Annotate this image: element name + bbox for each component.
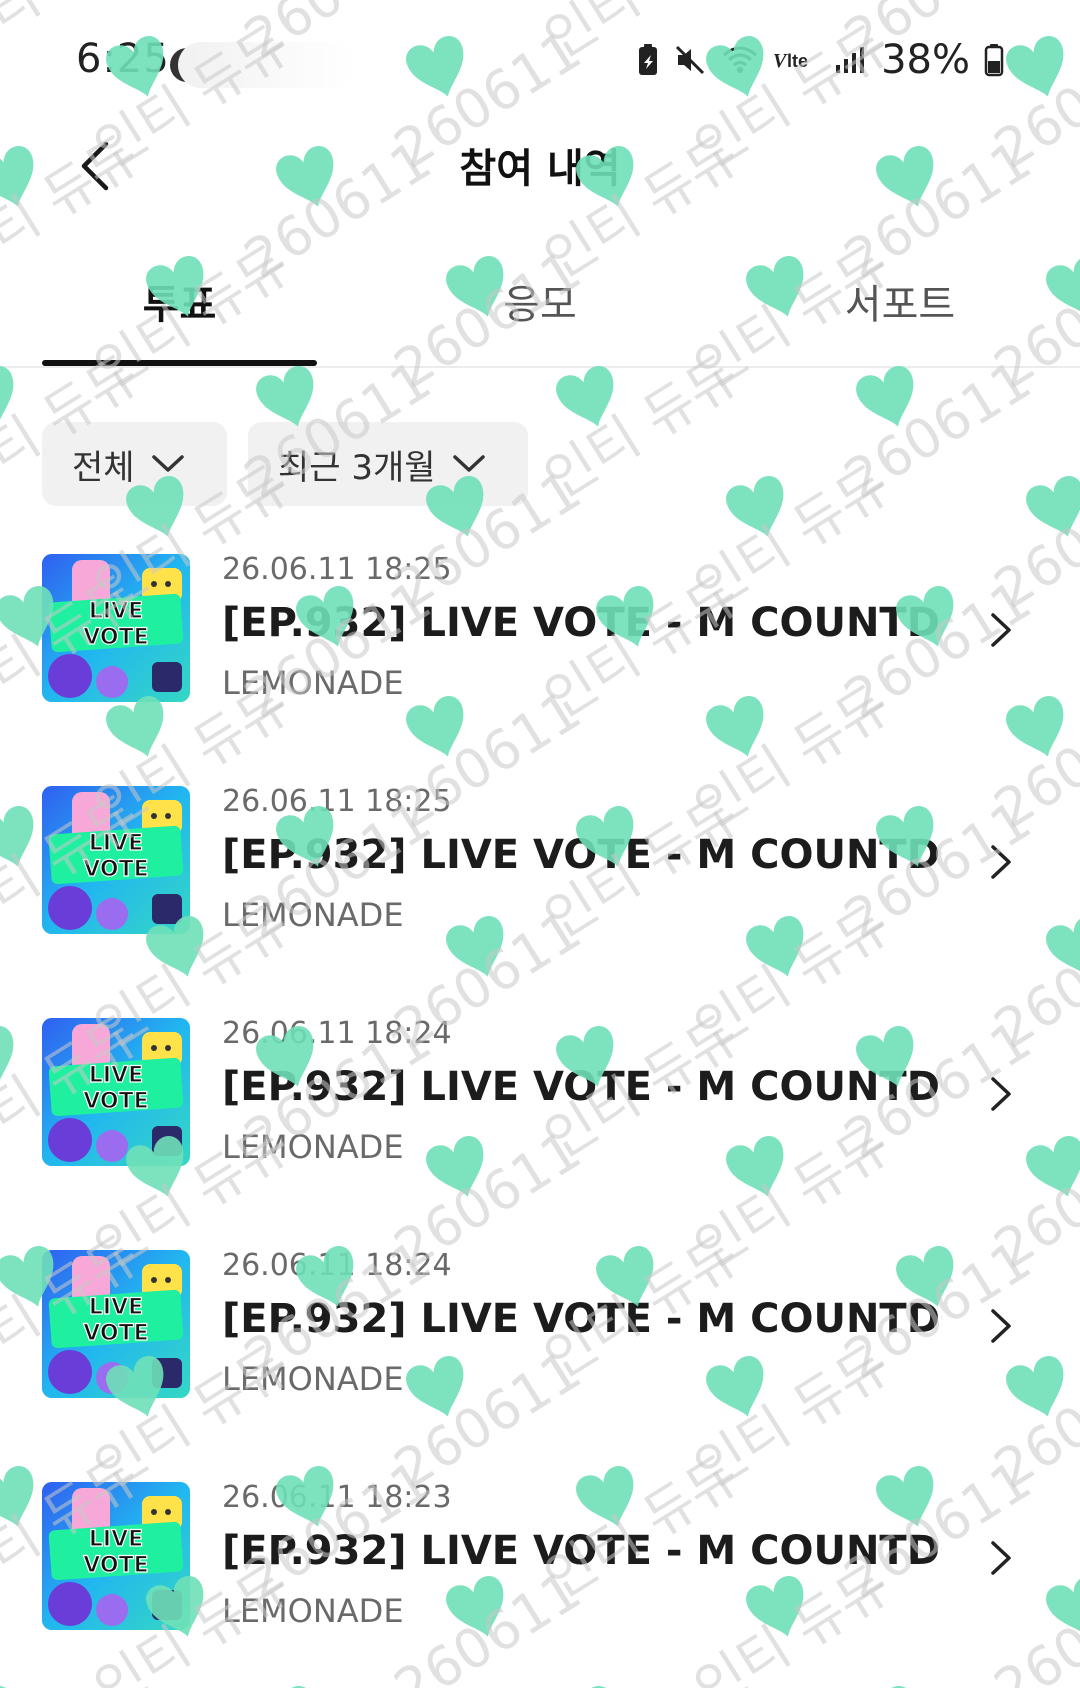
watermark-text: 인티 듀듀	[534, 343, 750, 511]
tab-vote[interactable]: 투표	[42, 272, 317, 352]
thumbnail-label: LIVE	[89, 1527, 143, 1552]
vote-thumbnail: LIVE VOTE	[42, 1250, 190, 1398]
filter-type-label: 전체	[72, 447, 135, 488]
item-date: 26.06.11 18:24	[222, 1248, 452, 1283]
battery-icon	[984, 43, 1004, 77]
svg-text:lte: lte	[787, 51, 808, 71]
battery-saver-icon	[637, 43, 659, 77]
chevron-right-icon	[985, 610, 1017, 650]
wifi-call-icon	[721, 43, 759, 77]
filter-type-dropdown[interactable]: 전체	[42, 422, 227, 506]
heart-icon	[1026, 476, 1080, 537]
heart-icon	[0, 366, 14, 427]
thumbnail-label: LIVE	[89, 1295, 143, 1320]
chevron-down-icon	[452, 454, 486, 474]
item-title: [EP.932] LIVE VOTE - M COUNTDO...	[222, 600, 942, 646]
list-item[interactable]: LIVE VOTE 26.06.11 18:24 [EP.932] LIVE VO…	[0, 1236, 1080, 1468]
item-title: [EP.932] LIVE VOTE - M COUNTDO...	[222, 1064, 942, 1110]
item-date: 26.06.11 18:23	[222, 1480, 452, 1515]
item-title: [EP.932] LIVE VOTE - M COUNTDO...	[222, 1528, 942, 1574]
page-title: 참여 내역	[459, 146, 621, 192]
status-time: 6:25	[76, 36, 170, 82]
active-tab-indicator	[42, 360, 317, 366]
filter-period-label: 최근 3개월	[278, 447, 436, 488]
thumbnail-label: LIVE	[89, 831, 143, 856]
thumbnail-label: VOTE	[83, 625, 148, 650]
item-subtitle: LEMONADE	[222, 1360, 404, 1398]
volte-icon: Vlte	[773, 45, 821, 75]
filter-period-dropdown[interactable]: 최근 3개월	[248, 422, 528, 506]
list-item[interactable]: LIVE VOTE 26.06.11 18:24 [EP.932] LIVE VO…	[0, 1004, 1080, 1236]
chevron-down-icon	[151, 454, 185, 474]
item-title: [EP.932] LIVE VOTE - M COUNTDO...	[222, 832, 942, 878]
chevron-right-icon	[985, 1306, 1017, 1346]
item-subtitle: LEMONADE	[222, 664, 404, 702]
mute-icon	[673, 43, 707, 77]
heart-icon	[556, 366, 614, 427]
item-date: 26.06.11 18:25	[222, 784, 452, 819]
chevron-right-icon	[985, 842, 1017, 882]
item-date: 26.06.11 18:25	[222, 552, 452, 587]
list-item[interactable]: LIVE VOTE 26.06.11 18:23 [EP.932] LIVE VO…	[0, 1468, 1080, 1688]
vote-thumbnail: LIVE VOTE	[42, 786, 190, 934]
thumbnail-label: LIVE	[89, 1063, 143, 1088]
notification-area	[178, 42, 358, 88]
battery-percent: 38%	[881, 37, 970, 83]
chevron-right-icon	[985, 1538, 1017, 1578]
status-bar: 6:25 Vlte 38%	[0, 0, 1080, 120]
tab-entry[interactable]: 응모	[400, 272, 680, 352]
item-subtitle: LEMONADE	[222, 1592, 404, 1630]
list-item[interactable]: LIVE VOTE 26.06.11 18:25 [EP.932] LIVE VO…	[0, 540, 1080, 772]
watermark-tile: 인티 듀듀	[534, 343, 750, 511]
tab-bar: 투표 응모 서포트	[0, 250, 1080, 368]
signal-icon	[835, 45, 865, 75]
chevron-right-icon	[985, 1074, 1017, 1114]
item-subtitle: LEMONADE	[222, 1128, 404, 1166]
thumbnail-label: LIVE	[89, 599, 143, 624]
heart-icon	[856, 366, 914, 427]
svg-text:V: V	[773, 50, 788, 72]
vote-thumbnail: LIVE VOTE	[42, 554, 190, 702]
item-subtitle: LEMONADE	[222, 896, 404, 934]
app-header: 참여 내역	[0, 120, 1080, 240]
thumbnail-label: VOTE	[83, 1553, 148, 1578]
watermark-text: 260611	[834, 348, 1042, 511]
thumbnail-label: VOTE	[83, 1321, 148, 1346]
item-title: [EP.932] LIVE VOTE - M COUNTDO...	[222, 1296, 942, 1342]
thumbnail-label: VOTE	[83, 857, 148, 882]
thumbnail-label: VOTE	[83, 1089, 148, 1114]
heart-icon	[726, 476, 784, 537]
status-icons: Vlte 38%	[637, 36, 1004, 84]
item-date: 26.06.11 18:24	[222, 1016, 452, 1051]
watermark-tile: 260611	[834, 348, 1042, 511]
vote-thumbnail: LIVE VOTE	[42, 1018, 190, 1166]
list-item[interactable]: LIVE VOTE 26.06.11 18:25 [EP.932] LIVE VO…	[0, 772, 1080, 1004]
vote-thumbnail: LIVE VOTE	[42, 1482, 190, 1630]
tab-support[interactable]: 서포트	[760, 272, 1040, 352]
